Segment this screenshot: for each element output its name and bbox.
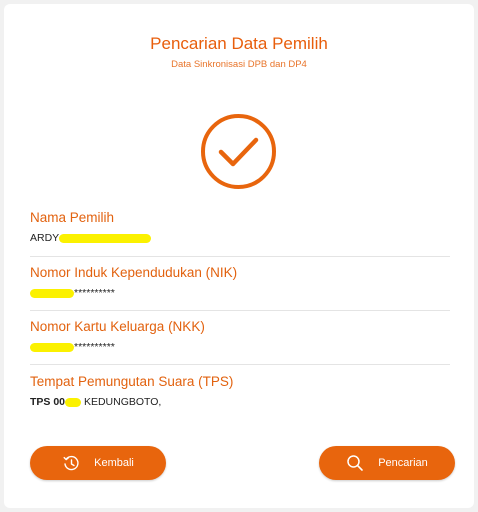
field-nkk: Nomor Kartu Keluarga (NKK) ********** [30, 319, 450, 355]
field-value: TPS 00 KEDUNGBOTO, [30, 396, 450, 410]
field-label: Nomor Induk Kependudukan (NIK) [30, 265, 238, 280]
search-button[interactable]: Pencarian [319, 446, 455, 480]
value-suffix: ********** [74, 287, 115, 299]
divider [30, 310, 450, 311]
page-subtitle: Data Sinkronisasi DPB dan DP4 [171, 59, 307, 70]
value-suffix: ********** [74, 341, 115, 353]
field-nama-pemilih: Nama Pemilih ARDY [30, 210, 450, 246]
page-title: Pencarian Data Pemilih [150, 34, 328, 53]
value-text: ARDY [30, 232, 60, 244]
field-value: ********** [30, 341, 450, 355]
field-label: Tempat Pemungutan Suara (TPS) [30, 374, 234, 389]
back-button-label: Kembali [94, 457, 134, 469]
check-circle-icon [201, 114, 276, 189]
field-nik: Nomor Induk Kependudukan (NIK) *********… [30, 265, 450, 301]
search-button-label: Pencarian [378, 457, 428, 469]
divider [30, 364, 450, 365]
field-label: Nama Pemilih [30, 210, 115, 225]
redaction-highlight [30, 342, 74, 352]
value-suffix: KEDUNGBOTO, [81, 396, 162, 408]
field-label: Nomor Kartu Keluarga (NKK) [30, 319, 205, 334]
result-card: Pencarian Data Pemilih Data Sinkronisasi… [4, 4, 474, 508]
redaction-highlight [30, 288, 74, 298]
divider [30, 256, 450, 257]
search-icon [347, 455, 364, 471]
value-text: TPS 00 [30, 396, 66, 408]
back-clock-icon [63, 455, 79, 471]
redaction-highlight [59, 233, 152, 243]
redaction-highlight [65, 397, 82, 407]
field-tps: Tempat Pemungutan Suara (TPS) TPS 00 KED… [30, 374, 450, 410]
back-button[interactable]: Kembali [30, 446, 166, 480]
field-value: ARDY [30, 232, 450, 246]
field-value: ********** [30, 287, 450, 301]
